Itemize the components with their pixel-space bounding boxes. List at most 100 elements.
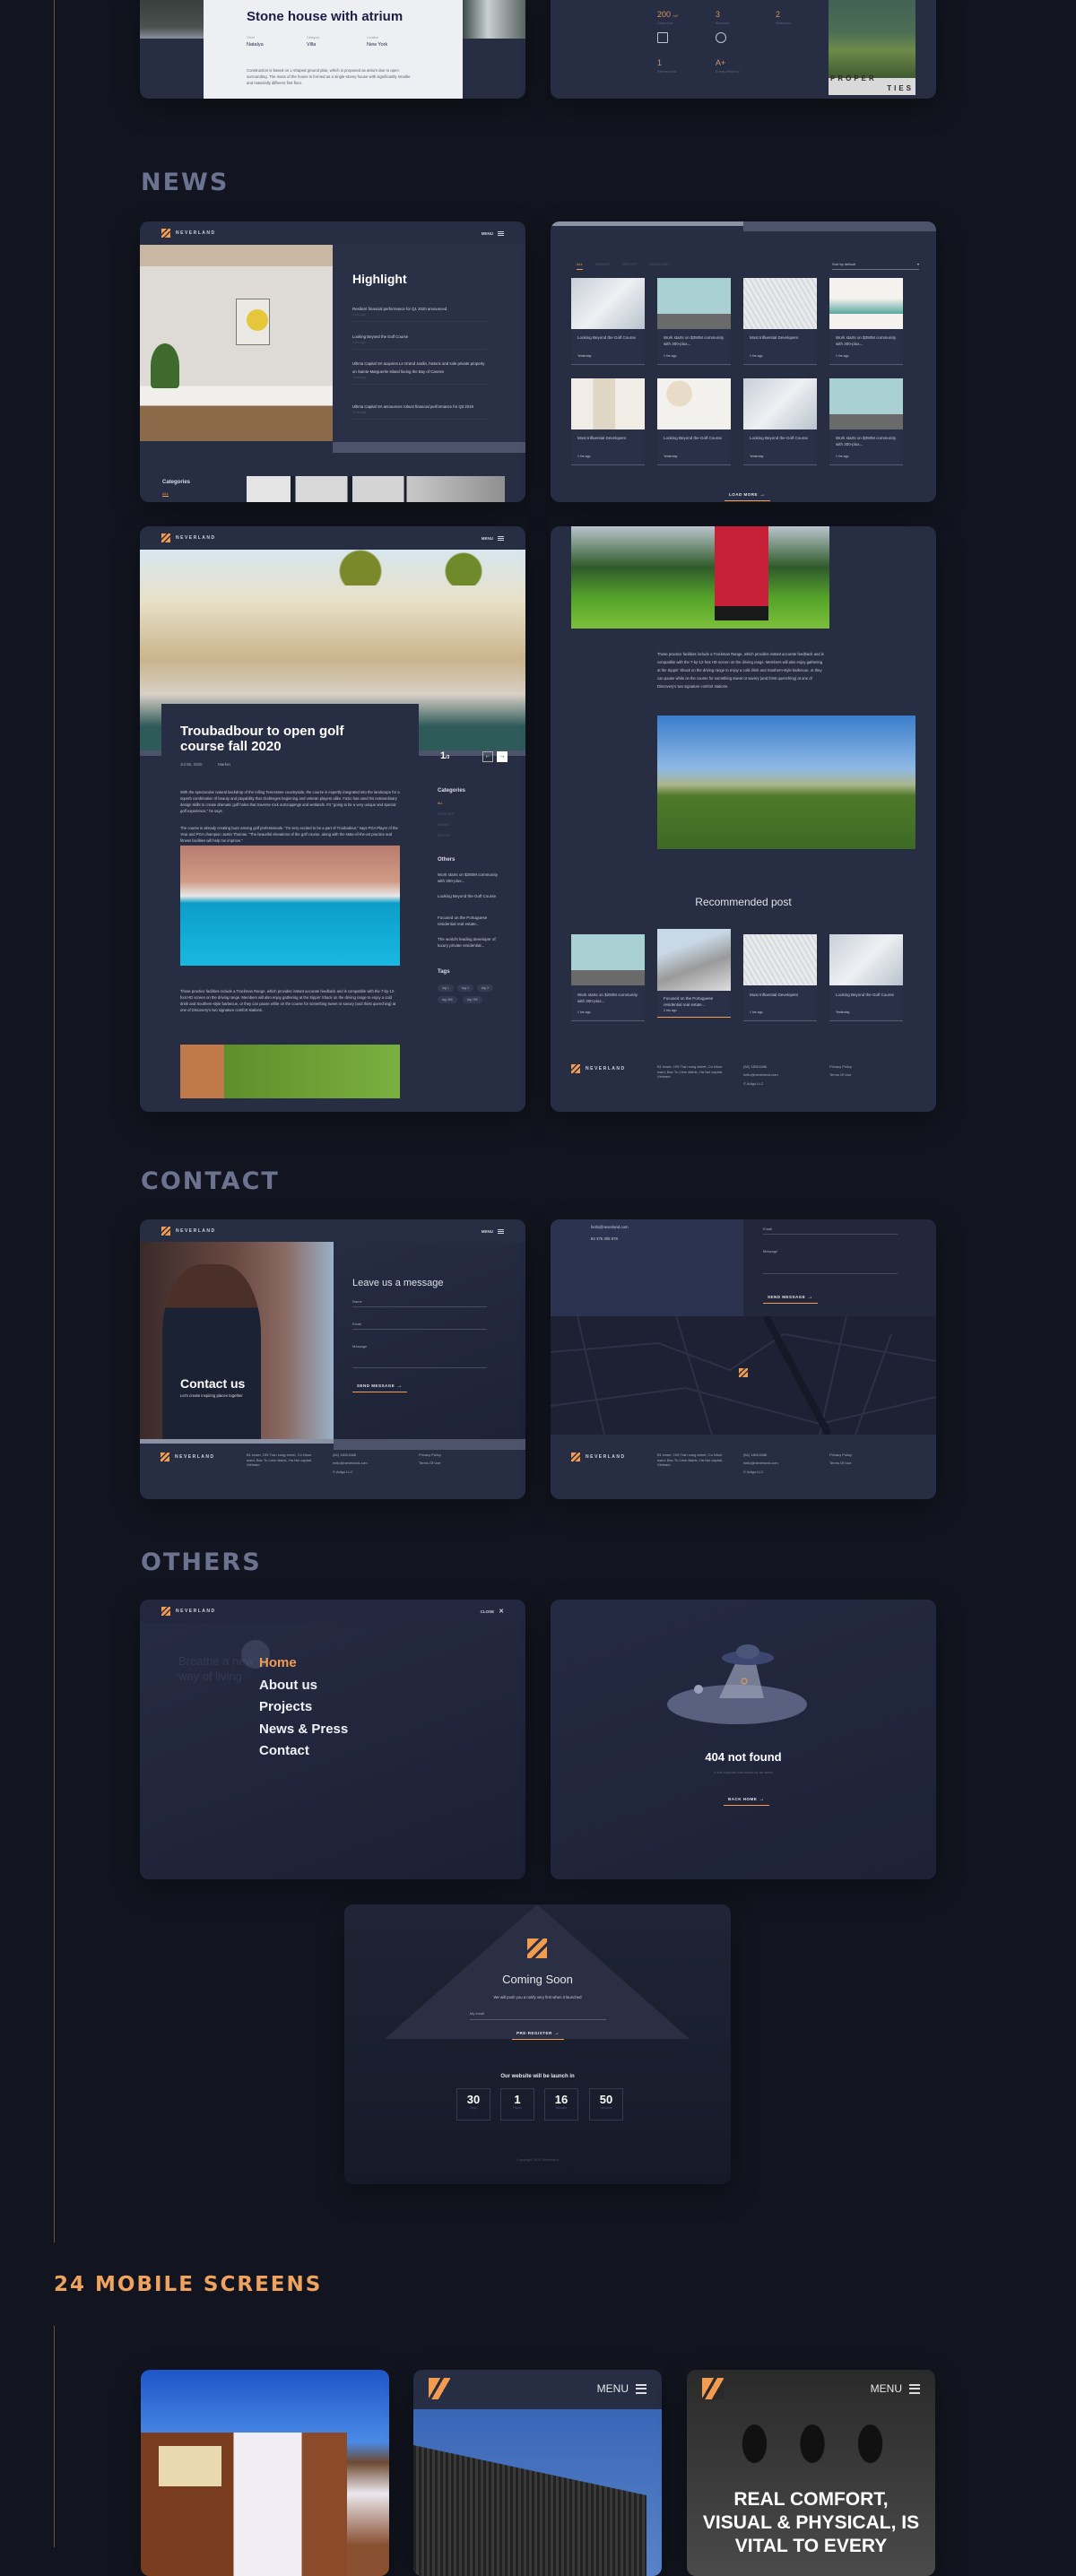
menu-item-projects[interactable]: Projects [259,1699,312,1714]
recommended-item[interactable]: Looking Beyond the Golf Course Yesterday [829,934,903,1021]
info-phone[interactable]: 84 375 305 878 [591,1236,618,1241]
footer-phone[interactable]: (84) 18001688 [333,1453,356,1458]
window-glow [159,2446,221,2486]
properties-photo: PROPER TIES [829,0,915,95]
footer-phone[interactable]: (84) 18001688 [743,1064,767,1070]
news-item[interactable]: Most Influential Developers 1 hrs ago [571,378,645,465]
sidebar-category[interactable]: ALL [438,802,443,805]
recommended-item[interactable]: Work starts on $250M community with 300-… [571,934,645,1021]
next-slide-button[interactable]: → [497,751,508,762]
name-field[interactable]: Name [352,1299,487,1307]
sidebar-categories-title: Categories [438,788,466,794]
tab-all[interactable]: ALL [577,262,584,270]
article-title-panel: Troubadbour to open golf course fall 202… [161,704,419,1112]
sidebar-category[interactable]: REPORT [438,834,451,837]
menu-item-news-press[interactable]: News & Press [259,1722,348,1737]
email-input[interactable]: My email [470,2011,606,2020]
building-facade [413,2445,646,2576]
footer-logo[interactable]: NEVERLAND [571,1064,626,1073]
footer-privacy-link[interactable]: Privacy Policy [829,1453,852,1458]
footer-terms-link[interactable]: Terms Of Use [829,1461,851,1466]
footer-terms-link[interactable]: Terms Of Use [829,1072,851,1078]
accent-line-top [54,0,55,2242]
news-item[interactable]: Looking Beyond the Golf Course Yesterday [743,378,817,465]
message-field[interactable]: Message [763,1249,898,1274]
mobile-menu-button[interactable]: MENU [871,2382,920,2395]
news-item[interactable]: Work starts on $250M community with 300-… [829,378,903,465]
menu-item-home[interactable]: Home [259,1655,297,1670]
sidebar-category[interactable]: MARKET [438,823,451,827]
footer-terms-link[interactable]: Terms Of Use [419,1461,440,1466]
logo[interactable]: NEVERLAND [161,229,216,238]
tag-chip[interactable]: tag 456 [438,996,457,1003]
category-all[interactable]: ALL [162,491,169,497]
footer-privacy-link[interactable]: Privacy Policy [829,1064,852,1070]
countdown-box: 30 Days [456,2088,490,2121]
logo-icon [527,1939,547,1958]
send-message-button[interactable]: SEND MESSAGE [763,1295,818,1304]
pre-register-button[interactable]: PRE-REGISTER [512,2031,565,2040]
hamburger-icon [636,2383,646,2394]
mobile-menu-button[interactable]: MENU [597,2382,646,2395]
map-contact-card: hello@neverland.com 84 375 305 878 Email… [551,1219,936,1499]
footer-email[interactable]: hello@neverland.com [743,1461,778,1466]
prev-slide-button[interactable]: ← [482,751,493,762]
news-item[interactable]: Work starts on $250M community with 300-… [829,278,903,365]
menu-button[interactable]: MENU [482,1228,504,1234]
tag-chip[interactable]: tag 789 [463,996,482,1003]
footer-email[interactable]: hello@neverland.com [743,1072,778,1078]
tag-chip[interactable]: tag 1 [438,984,454,992]
sidebar-other-link[interactable]: Work starts on $250M community with 300-… [438,872,499,884]
menu-label: MENU [481,230,493,236]
menu-item-about-us[interactable]: About us [259,1678,317,1693]
highlight-item[interactable]: Ultima Capital SA announces robust finan… [352,403,487,420]
menu-button[interactable]: MENU [482,535,504,541]
logo[interactable]: NEVERLAND [161,533,216,542]
footer-logo[interactable]: NEVERLAND [571,1453,626,1461]
tab-report[interactable]: REPORT [622,262,638,266]
tag-chip[interactable]: tag 2 [457,984,473,992]
recommended-item-title: Looking Beyond the Golf Course [836,993,895,997]
menu-item-contact[interactable]: Contact [259,1743,309,1758]
logo[interactable]: NEVERLAND [161,1607,216,1616]
info-email[interactable]: hello@neverland.com [591,1225,629,1229]
footer-privacy-link[interactable]: Privacy Policy [419,1453,441,1458]
logo-icon [161,229,170,238]
tab-market[interactable]: MARKET [595,262,611,266]
back-home-button[interactable]: BACK HOME [724,1797,769,1806]
news-item[interactable]: Looking Beyond the Golf Course Yesterday [657,378,731,465]
footer-email[interactable]: hello@neverland.com [333,1461,368,1466]
recommended-item[interactable]: Focused on the Portuguese residential re… [657,929,731,1018]
highlight-item[interactable]: Ultima Capital SA acquires Le Grand Jard… [352,360,487,385]
footer-phone[interactable]: (84) 18001688 [743,1453,767,1458]
meta-0-value: Natalya [247,42,264,48]
recommended-item[interactable]: Most Influential Developers 1 hrs ago [743,934,817,1021]
menu-button[interactable]: MENU [481,230,504,236]
highlight-item[interactable]: Looking Beyond the Golf Course 3 hrs ago [352,333,487,350]
message-field[interactable]: Message [352,1344,487,1368]
email-field[interactable]: Email [352,1322,487,1330]
highlight-item[interactable]: Resilient financial performance for Q1 2… [352,305,487,322]
sidebar-category[interactable]: HIGHLIGHT [438,812,455,816]
footer-logo[interactable]: NEVERLAND [161,1453,215,1461]
countdown-label: Seconds [600,2106,612,2110]
news-item[interactable]: Work starts on $250M community with 300-… [657,278,731,365]
close-button[interactable]: CLOSE ✕ [481,1608,504,1615]
map[interactable] [551,1316,936,1435]
logo[interactable]: NEVERLAND [161,1227,216,1236]
sidebar-other-link[interactable]: The world's leading developer of luxury … [438,936,499,949]
sidebar-other-link[interactable]: Focused on the Portuguese residential re… [438,915,499,927]
news-item[interactable]: Looking Beyond the Golf Course Yesterday [571,278,645,365]
sort-dropdown[interactable]: Sort by default ▾ [832,262,919,270]
sidebar-other-link[interactable]: Looking Beyond the Golf Course [438,893,499,899]
caret-down-icon: ▾ [916,262,919,266]
stat-value: A+ [716,58,725,67]
news-item[interactable]: Most Influential Developers 1 hrs ago [743,278,817,365]
load-more-button[interactable]: LOAD MORE [725,492,770,501]
email-field[interactable]: Email [763,1227,898,1235]
send-message-button[interactable]: SEND MESSAGE [352,1383,407,1392]
tag-chip[interactable]: tag 3 [477,984,493,992]
logo-icon [571,1453,580,1461]
tab-high-light[interactable]: HIGH LIGHT [649,262,670,266]
countdown-value: 16 [554,2093,568,2106]
